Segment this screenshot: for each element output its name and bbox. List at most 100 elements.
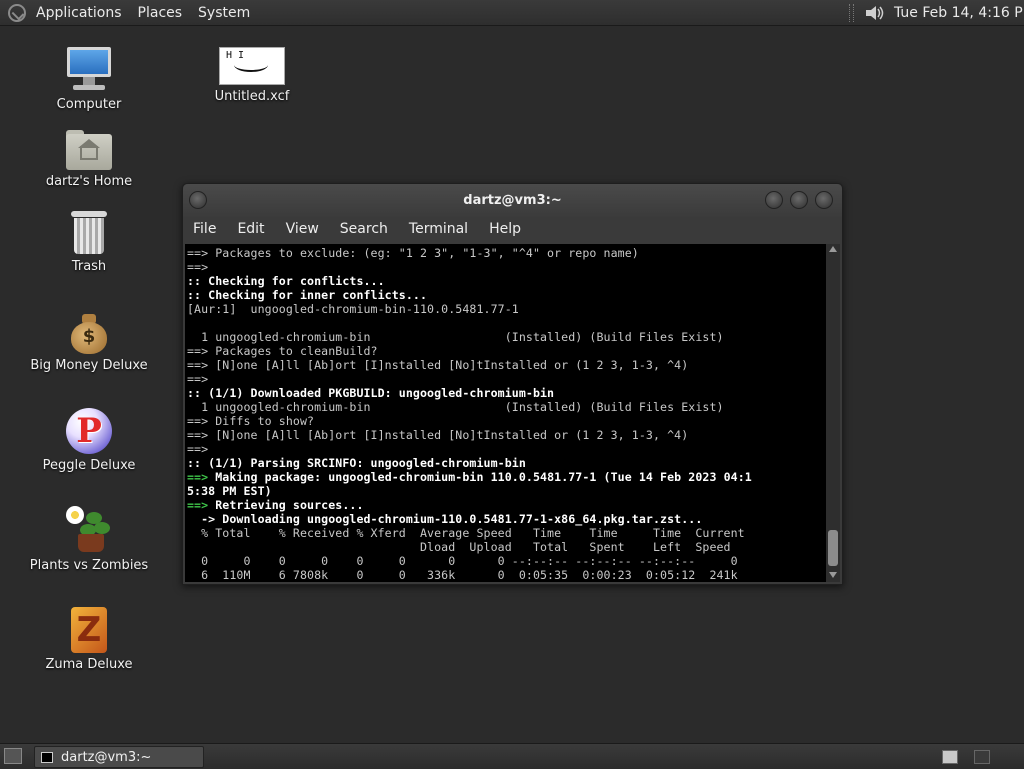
- menu-file[interactable]: File: [185, 221, 224, 237]
- terminal-line: ==> Making package: ungoogled-chromium-b…: [187, 470, 826, 484]
- terminal-line-text: -> Downloading ungoogled-chromium-110.0.…: [187, 512, 703, 526]
- terminal-line: ==> Retrieving sources...: [187, 498, 826, 512]
- desktop-icon-label: Zuma Deluxe: [45, 657, 133, 672]
- menu-view[interactable]: View: [278, 221, 327, 237]
- desktop-icon-label: Untitled.xcf: [214, 89, 290, 104]
- terminal-line: ==> [N]one [A]ll [Ab]ort [I]nstalled [No…: [187, 358, 826, 372]
- desktop-icon-untitled-xcf[interactable]: H I Untitled.xcf: [192, 47, 312, 104]
- places-menu[interactable]: Places: [130, 5, 191, 21]
- terminal-line: 6 110M 6 7808k 0 0 336k 0 0:05:35 0:00:2…: [187, 568, 826, 582]
- terminal-line: ==>: [187, 442, 826, 456]
- menu-help[interactable]: Help: [481, 221, 529, 237]
- peggle-icon: P: [66, 408, 112, 454]
- terminal-line-text: Retrieving sources...: [208, 498, 364, 512]
- desktop-icon-zuma-deluxe[interactable]: Z Zuma Deluxe: [29, 607, 149, 672]
- menu-search[interactable]: Search: [332, 221, 396, 237]
- terminal-line-text: 1 ungoogled-chromium-bin (Installed) (Bu…: [187, 400, 724, 414]
- terminal-line-text: Dload Upload Total Spent Left Speed: [187, 540, 731, 554]
- desktop-icon-home[interactable]: dartz's Home: [29, 130, 149, 189]
- menu-edit[interactable]: Edit: [229, 221, 272, 237]
- terminal-output[interactable]: ==> Packages to exclude: (eg: "1 2 3", "…: [185, 244, 826, 582]
- terminal-line-text: ==> [N]one [A]ll [Ab]ort [I]nstalled [No…: [187, 358, 689, 372]
- workspace-switcher-1[interactable]: [942, 750, 958, 764]
- desktop-icon-label: Plants vs Zombies: [29, 558, 149, 573]
- terminal-line-text: :: (1/1) Parsing SRCINFO: ungoogled-chro…: [187, 456, 526, 470]
- desktop-icon-plants-vs-zombies[interactable]: Plants vs Zombies: [29, 506, 149, 573]
- system-menu[interactable]: System: [190, 5, 258, 21]
- computer-icon: [65, 47, 113, 93]
- window-titlebar[interactable]: dartz@vm3:~: [183, 184, 842, 217]
- applications-menu[interactable]: Applications: [28, 5, 130, 21]
- clock[interactable]: Tue Feb 14, 4:16 PM: [894, 5, 1024, 21]
- terminal-line-text: 1 ungoogled-chromium-bin (Installed) (Bu…: [187, 330, 724, 344]
- terminal-window[interactable]: dartz@vm3:~ File Edit View Search Termin…: [182, 183, 843, 585]
- image-thumbnail-icon: H I: [219, 47, 285, 85]
- panel-tray: Tue Feb 14, 4:16 PM: [849, 0, 1024, 25]
- menu-terminal[interactable]: Terminal: [401, 221, 476, 237]
- desktop-icon-label: Trash: [71, 259, 107, 274]
- terminal-line: :: Checking for conflicts...: [187, 274, 826, 288]
- desktop-icon-label: dartz's Home: [45, 174, 133, 189]
- terminal-line-text: :: Checking for inner conflicts...: [187, 288, 428, 302]
- panel-grip-handle[interactable]: [849, 3, 854, 22]
- taskbar-button-terminal[interactable]: dartz@vm3:~: [34, 746, 204, 768]
- terminal-line-text: ==>: [187, 260, 209, 274]
- workspace-switcher-2[interactable]: [974, 750, 990, 764]
- maximize-button[interactable]: [790, 191, 808, 209]
- terminal-line: :: Checking for inner conflicts...: [187, 288, 826, 302]
- terminal-icon: [41, 751, 53, 763]
- desktop-icon-big-money-deluxe[interactable]: $ Big Money Deluxe: [29, 312, 149, 373]
- terminal-line: ==>: [187, 372, 826, 386]
- terminal-line-text: ==> [N]one [A]ll [Ab]ort [I]nstalled [No…: [187, 428, 689, 442]
- scroll-down-arrow-icon[interactable]: [829, 572, 837, 578]
- show-desktop-button[interactable]: [4, 748, 22, 764]
- terminal-line-text: :: Checking for conflicts...: [187, 274, 385, 288]
- scrollbar-thumb[interactable]: [828, 530, 838, 566]
- terminal-lines: ==> Packages to exclude: (eg: "1 2 3", "…: [185, 244, 826, 582]
- terminal-line: ==>: [187, 260, 826, 274]
- desktop-icon-computer[interactable]: Computer: [29, 47, 149, 112]
- close-button[interactable]: [815, 191, 833, 209]
- plants-vs-zombies-icon: [66, 506, 112, 554]
- terminal-menubar: File Edit View Search Terminal Help: [183, 217, 842, 241]
- zuma-icon: Z: [69, 607, 109, 653]
- trash-icon: [69, 211, 109, 255]
- terminal-line-text: 0 0 0 0 0 0 0 0 --:--:-- --:--:-- --:--:…: [187, 554, 738, 568]
- terminal-line-text: ==> Packages to exclude: (eg: "1 2 3", "…: [187, 246, 639, 260]
- distro-logo-icon[interactable]: [8, 3, 26, 22]
- desktop-icon-peggle-deluxe[interactable]: P Peggle Deluxe: [29, 408, 149, 473]
- volume-icon[interactable]: [864, 4, 886, 22]
- terminal-scrollbar[interactable]: [826, 244, 840, 582]
- terminal-line: ==> Diffs to show?: [187, 414, 826, 428]
- terminal-line: :: (1/1) Downloaded PKGBUILD: ungoogled-…: [187, 386, 826, 400]
- minimize-button[interactable]: [765, 191, 783, 209]
- terminal-line: -> Downloading ungoogled-chromium-110.0.…: [187, 512, 826, 526]
- scroll-up-arrow-icon[interactable]: [829, 246, 837, 252]
- window-title: dartz@vm3:~: [463, 193, 562, 208]
- terminal-line-text: 5:38 PM EST): [187, 484, 272, 498]
- desktop-icon-trash[interactable]: Trash: [29, 211, 149, 274]
- terminal-line: Dload Upload Total Spent Left Speed: [187, 540, 826, 554]
- terminal-line: 1 ungoogled-chromium-bin (Installed) (Bu…: [187, 400, 826, 414]
- terminal-line: 5:38 PM EST): [187, 484, 826, 498]
- terminal-arrow-prefix: ==>: [187, 470, 209, 484]
- terminal-line-text: ==>: [187, 372, 209, 386]
- desktop-icon-label: Big Money Deluxe: [30, 358, 148, 373]
- terminal-line: ==> Packages to exclude: (eg: "1 2 3", "…: [187, 246, 826, 260]
- terminal-line: 0 0 0 0 0 0 0 0 --:--:-- --:--:-- --:--:…: [187, 554, 826, 568]
- terminal-line: :: (1/1) Parsing SRCINFO: ungoogled-chro…: [187, 456, 826, 470]
- terminal-arrow-prefix: ==>: [187, 498, 209, 512]
- top-panel: Applications Places System Tue Feb 14, 4…: [0, 0, 1024, 26]
- terminal-line-text: ==> Diffs to show?: [187, 414, 315, 428]
- taskbar-button-label: dartz@vm3:~: [61, 749, 152, 765]
- terminal-line: 1 ungoogled-chromium-bin (Installed) (Bu…: [187, 330, 826, 344]
- home-folder-icon: [66, 130, 112, 170]
- desktop-icon-label: Computer: [56, 97, 122, 112]
- terminal-line: ==> Packages to cleanBuild?: [187, 344, 826, 358]
- bottom-panel: dartz@vm3:~: [0, 743, 1024, 769]
- terminal-line: ==> [N]one [A]ll [Ab]ort [I]nstalled [No…: [187, 428, 826, 442]
- terminal-line-text: ==>: [187, 442, 209, 456]
- terminal-line-text: Making package: ungoogled-chromium-bin 1…: [208, 470, 752, 484]
- terminal-line-text: [Aur:1] ungoogled-chromium-bin-110.0.548…: [187, 302, 519, 316]
